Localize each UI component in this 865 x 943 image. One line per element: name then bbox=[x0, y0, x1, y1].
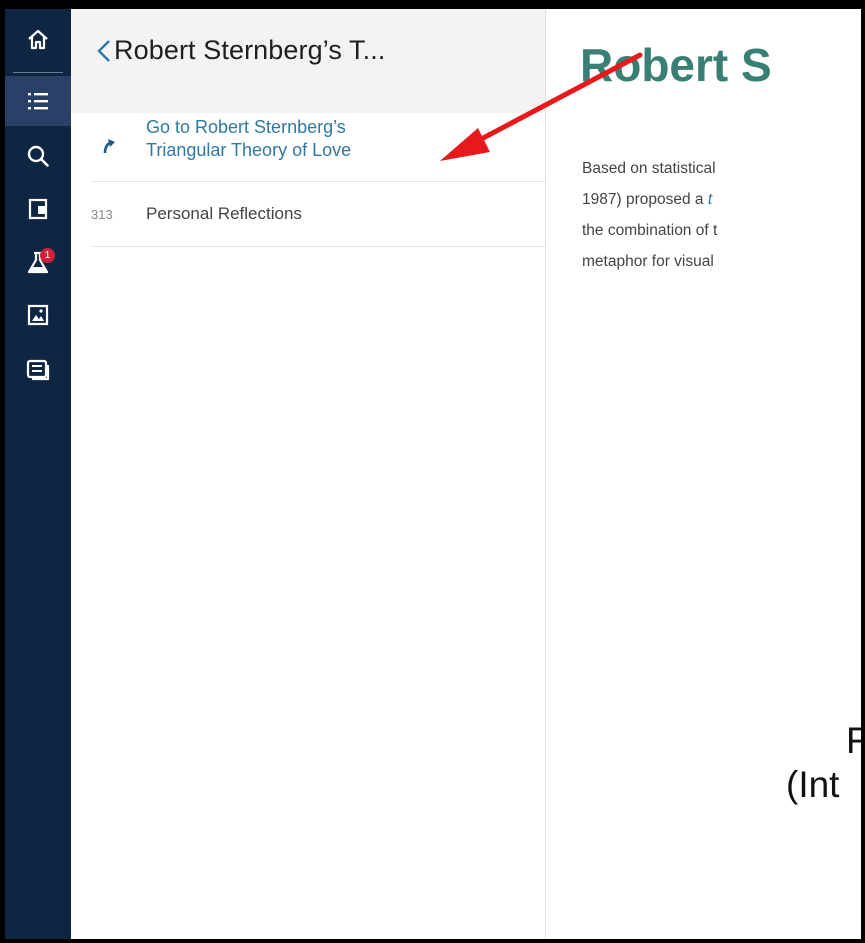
notes-icon bbox=[26, 359, 50, 381]
rail-divider bbox=[13, 72, 63, 73]
panel-title: Robert Sternberg’s T... bbox=[114, 35, 386, 65]
outline-panel: Robert Sternberg’s T... Go to Robert Ste… bbox=[71, 9, 546, 939]
figure-caption-line: (Int bbox=[786, 764, 840, 805]
notification-badge: 1 bbox=[40, 248, 55, 263]
app-window: 1 Robert Sternberg’s T... Go to Robert S… bbox=[5, 9, 861, 939]
figure-caption-line: F bbox=[846, 720, 861, 761]
paragraph-line: metaphor for visual bbox=[582, 253, 714, 270]
go-to-section-link[interactable]: Go to Robert Sternberg’s Triangular Theo… bbox=[91, 113, 546, 182]
outline-item[interactable]: 313 Personal Reflections bbox=[91, 182, 546, 247]
back-button[interactable]: Robert Sternberg’s T... bbox=[96, 35, 385, 66]
rail-notes-button[interactable] bbox=[5, 345, 71, 395]
rail-search-button[interactable] bbox=[5, 131, 71, 181]
figure-caption: F (Int bbox=[786, 719, 861, 807]
go-to-section-label-line2: Triangular Theory of Love bbox=[146, 140, 352, 160]
image-icon bbox=[27, 304, 49, 326]
home-icon bbox=[28, 29, 48, 50]
exit-door-icon bbox=[28, 198, 48, 220]
reading-pane: Robert S Based on statistical 1987) prop… bbox=[546, 9, 861, 939]
paragraph-line: the combination of t bbox=[582, 222, 718, 239]
rail-lab-button[interactable]: 1 bbox=[5, 237, 71, 287]
go-to-section-label: Go to Robert Sternberg’s Triangular Theo… bbox=[146, 116, 446, 162]
article-paragraph: Based on statistical 1987) proposed a t … bbox=[582, 153, 861, 277]
go-to-section-label-line1: Go to Robert Sternberg’s bbox=[146, 117, 346, 137]
icon-rail: 1 bbox=[5, 9, 71, 939]
article-title: Robert S bbox=[580, 39, 772, 91]
rail-exit-button[interactable] bbox=[5, 184, 71, 234]
paragraph-line: 1987) proposed a t bbox=[582, 191, 713, 208]
panel-header: Robert Sternberg’s T... bbox=[71, 9, 545, 113]
page-number: 313 bbox=[91, 207, 113, 222]
outline-item-label: Personal Reflections bbox=[146, 204, 302, 223]
paragraph-line: Based on statistical bbox=[582, 160, 716, 177]
chevron-left-icon bbox=[97, 39, 110, 62]
list-icon bbox=[28, 93, 48, 110]
rail-outline-button[interactable] bbox=[5, 76, 71, 126]
rail-images-button[interactable] bbox=[5, 290, 71, 340]
rail-home-button[interactable] bbox=[5, 15, 71, 65]
redirect-arrow-icon bbox=[103, 139, 115, 154]
search-icon bbox=[27, 145, 49, 167]
